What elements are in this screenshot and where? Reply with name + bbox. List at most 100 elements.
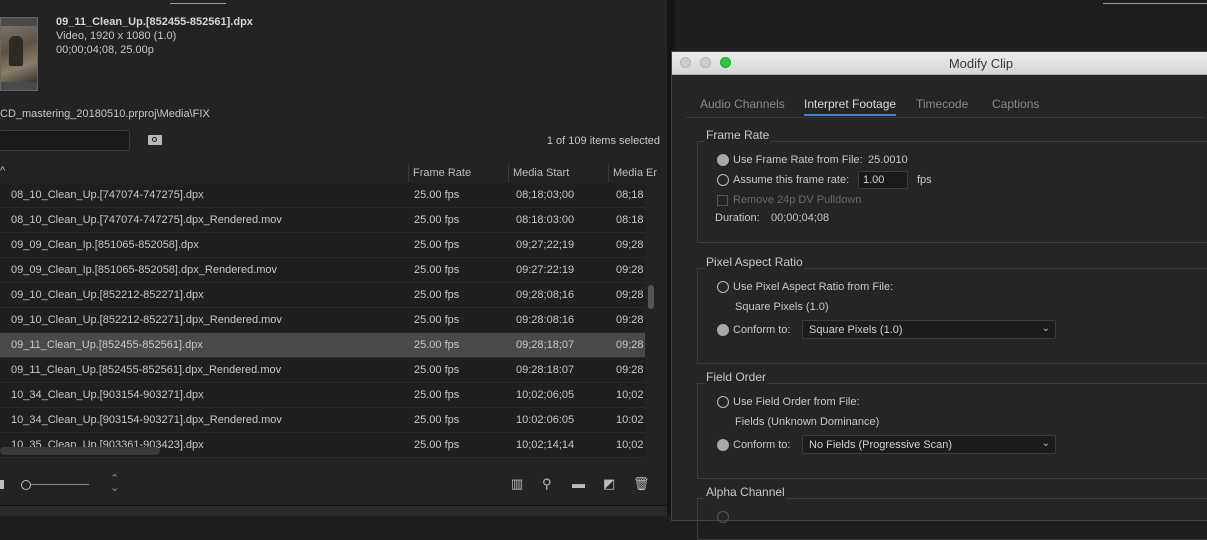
file-par-value: Square Pixels (1.0) <box>735 301 829 313</box>
conform-field-order-dropdown[interactable]: No Fields (Progressive Scan) ⌄ <box>802 435 1056 454</box>
tab-captions[interactable]: Captions <box>992 97 1039 111</box>
use-file-par-radio[interactable] <box>717 281 729 293</box>
tab-interpret-footage[interactable]: Interpret Footage <box>804 97 897 116</box>
sort-icon[interactable]: ⌃ ⌄ <box>110 474 119 494</box>
conform-par-dropdown[interactable]: Square Pixels (1.0) ⌄ <box>802 320 1056 339</box>
column-media-start[interactable]: Media Start <box>513 167 569 179</box>
remove-pulldown-checkbox[interactable] <box>717 195 728 206</box>
table-row[interactable]: 09_11_Clean_Up.[852455-852561].dpx_Rende… <box>0 358 645 383</box>
alpha-channel-heading: Alpha Channel <box>705 485 786 499</box>
scrollbar-thumb[interactable] <box>648 285 654 309</box>
dialog-titlebar[interactable]: Modify Clip <box>672 52 1207 75</box>
clip-thumbnail <box>0 17 38 91</box>
zoom-slider-knob[interactable] <box>21 480 31 490</box>
pixel-aspect-heading: Pixel Aspect Ratio <box>705 255 804 269</box>
file-field-order-value: Fields (Unknown Dominance) <box>735 416 880 428</box>
tabs-divider <box>686 117 1206 118</box>
find-icon[interactable]: ⚲ <box>542 476 552 492</box>
row-media-start: 09;27;22;19 <box>516 239 575 251</box>
row-media-start: 09:28:08:16 <box>516 314 575 326</box>
row-frame-rate: 25.00 fps <box>414 189 460 201</box>
clip-info-duration: 00;00;04;08, 25.00p <box>56 44 154 56</box>
column-frame-rate[interactable]: Frame Rate <box>413 167 471 179</box>
conform-field-order-radio[interactable] <box>717 439 729 451</box>
list-view-icon[interactable] <box>0 480 4 489</box>
row-media-start: 10;02;06;05 <box>516 389 575 401</box>
row-media-start: 09;28;08;16 <box>516 289 575 301</box>
items-selected-count: 1 of 109 items selected <box>546 135 660 147</box>
row-name: 09_09_Clean_Ip.[851065-852058].dpx <box>11 239 199 251</box>
vertical-scrollbar[interactable] <box>647 183 656 458</box>
row-media-end: 09:28: <box>616 264 644 276</box>
row-media-start: 08:18:03:00 <box>516 214 575 226</box>
conform-par-label: Conform to: <box>733 324 791 336</box>
horizontal-scrollbar[interactable] <box>0 447 160 455</box>
row-media-end: 10;02; <box>616 439 644 451</box>
conform-field-order-label: Conform to: <box>733 439 791 451</box>
automate-to-sequence-icon[interactable]: ▥ <box>511 476 523 492</box>
row-frame-rate: 25.00 fps <box>414 214 460 226</box>
conform-field-order-value: No Fields (Progressive Scan) <box>809 439 953 451</box>
column-media-end[interactable]: Media En <box>613 167 657 179</box>
row-media-start: 09:28:18:07 <box>516 364 575 376</box>
row-name: 09_09_Clean_Ip.[851065-852058].dpx_Rende… <box>11 264 278 276</box>
chevron-down-icon: ⌄ <box>1041 323 1050 334</box>
row-name: 09_11_Clean_Up.[852455-852561].dpx_Rende… <box>11 364 282 376</box>
zoom-slider[interactable] <box>26 484 89 485</box>
table-row[interactable]: 09_10_Clean_Up.[852212-852271].dpx 25.00 … <box>0 283 645 308</box>
row-frame-rate: 25.00 fps <box>414 314 460 326</box>
search-input[interactable] <box>0 130 130 151</box>
conform-par-value: Square Pixels (1.0) <box>809 324 903 336</box>
row-name: 10_34_Clean_Up.[903154-903271].dpx_Rende… <box>11 414 282 426</box>
use-file-field-order-radio[interactable] <box>717 396 729 408</box>
alpha-channel-radio[interactable] <box>717 511 729 523</box>
row-frame-rate: 25.00 fps <box>414 339 460 351</box>
row-name: 09_10_Clean_Up.[852212-852271].dpx_Rende… <box>11 314 282 326</box>
table-row[interactable]: 09_09_Clean_Ip.[851065-852058].dpx 25.00 … <box>0 233 645 258</box>
sort-up-icon[interactable]: ^ <box>0 165 5 177</box>
new-search-bin-icon[interactable] <box>148 135 162 145</box>
project-path: CD_mastering_20180510.prproj\Media\FIX <box>0 108 210 120</box>
tab-audio-channels[interactable]: Audio Channels <box>700 97 785 111</box>
row-media-end: 08;18; <box>616 189 644 201</box>
new-bin-icon[interactable]: ▬ <box>572 476 585 491</box>
table-row[interactable]: 10_34_Clean_Up.[903154-903271].dpx 25.00 … <box>0 383 645 408</box>
row-name: 08_10_Clean_Up.[747074-747275].dpx_Rende… <box>11 214 282 226</box>
table-row[interactable]: 08_10_Clean_Up.[747074-747275].dpx 25.00 … <box>0 183 645 208</box>
file-frame-rate-value: 25.0010 <box>868 154 908 166</box>
row-media-end: 10:02: <box>616 414 644 426</box>
fps-unit-label: fps <box>917 174 932 186</box>
row-frame-rate: 25.00 fps <box>414 414 460 426</box>
conform-par-radio[interactable] <box>717 324 729 336</box>
row-media-end: 09:28: <box>616 364 644 376</box>
table-row[interactable]: 08_10_Clean_Up.[747074-747275].dpx_Rende… <box>0 208 645 233</box>
field-order-heading: Field Order <box>705 370 768 384</box>
assume-frame-rate-label: Assume this frame rate: <box>733 174 850 186</box>
row-media-start: 10:02:06:05 <box>516 414 575 426</box>
tab-timecode[interactable]: Timecode <box>916 97 968 111</box>
assume-frame-rate-input[interactable]: 1.00 <box>858 171 908 189</box>
remove-pulldown-label: Remove 24p DV Pulldown <box>733 194 862 206</box>
row-media-end: 09:28: <box>616 314 644 326</box>
project-panel: 09_11_Clean_Up.[852455-852561].dpx Video… <box>0 0 667 516</box>
modify-clip-dialog: Modify Clip Audio Channels Interpret Foo… <box>671 51 1207 540</box>
use-file-frame-rate-radio[interactable] <box>717 154 729 166</box>
dialog-title: Modify Clip <box>948 56 1014 71</box>
table-row[interactable]: 09_11_Clean_Up.[852455-852561].dpx 25.00 … <box>0 333 645 358</box>
table-header: ^ Frame Rate Media Start Media En <box>0 164 657 182</box>
clear-icon[interactable]: 🗑 <box>633 476 650 492</box>
table-row[interactable]: 10_34_Clean_Up.[903154-903271].dpx_Rende… <box>0 408 645 433</box>
table-row[interactable]: 09_09_Clean_Ip.[851065-852058].dpx_Rende… <box>0 258 645 283</box>
new-item-icon[interactable]: ◩ <box>603 476 615 492</box>
row-media-start: 09:27:22:19 <box>516 264 575 276</box>
frame-rate-heading: Frame Rate <box>705 128 771 142</box>
assume-frame-rate-radio[interactable] <box>717 174 729 186</box>
table-row[interactable]: 09_10_Clean_Up.[852212-852271].dpx_Rende… <box>0 308 645 333</box>
row-frame-rate: 25.00 fps <box>414 389 460 401</box>
use-file-frame-rate-label: Use Frame Rate from File: <box>733 154 863 166</box>
row-media-end: 08:18: <box>616 214 644 226</box>
row-frame-rate: 25.00 fps <box>414 289 460 301</box>
row-media-end: 09;28; <box>616 239 644 251</box>
clip-name: 09_11_Clean_Up.[852455-852561].dpx <box>56 16 253 28</box>
panel-tab-indicator <box>170 3 226 4</box>
